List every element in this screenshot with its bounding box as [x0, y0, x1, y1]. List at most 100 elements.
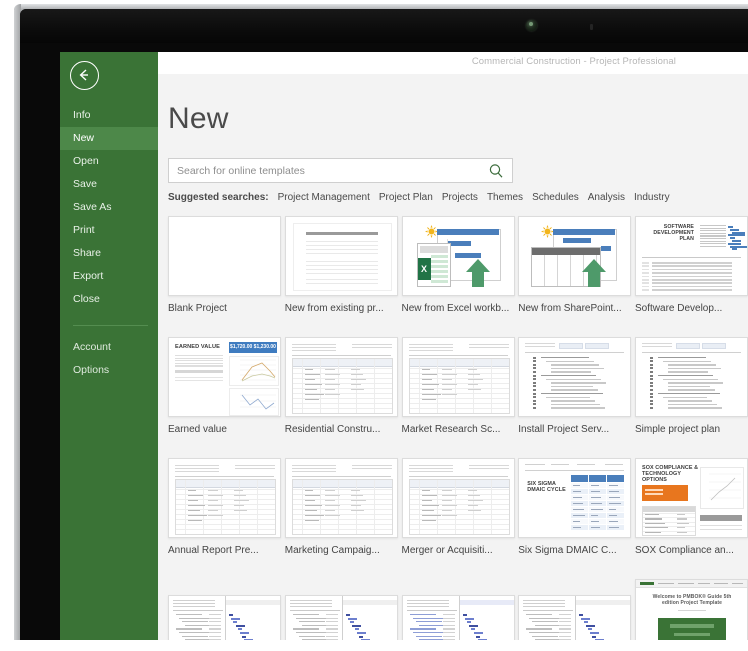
template-card[interactable]: Simple project plan — [635, 337, 748, 435]
template-card[interactable]: New from SharePoint... — [518, 216, 632, 314]
template-thumbnail[interactable]: SOFTWARE DEVELOPMENT PLAN — [635, 216, 748, 296]
thumb-shape — [650, 374, 653, 377]
template-card[interactable] — [518, 595, 632, 640]
template-card[interactable]: Annual Report Pre... — [168, 458, 281, 556]
sidebar-item-save-as[interactable]: Save As — [60, 196, 158, 219]
template-card[interactable]: Welcome to PMBOK® Guide 5th edition Proj… — [635, 579, 748, 640]
template-thumbnail[interactable] — [168, 595, 281, 640]
thumb-line — [176, 614, 202, 616]
thumb-line — [442, 635, 455, 637]
template-card[interactable] — [284, 595, 398, 640]
thumb-line — [678, 583, 694, 585]
thumb-line — [305, 265, 378, 267]
thumb-line — [442, 624, 455, 627]
template-card[interactable]: SOX COMPLIANCE & TECHNOLOGY OPTIONS SOX C… — [635, 458, 748, 556]
template-card[interactable] — [401, 595, 515, 640]
thumb-line — [652, 282, 732, 284]
template-card[interactable]: Residential Constru... — [284, 337, 398, 435]
template-card[interactable] — [168, 595, 281, 640]
template-thumbnail[interactable] — [401, 595, 515, 640]
suggested-search-themes[interactable]: Themes — [487, 192, 523, 203]
thumb-line — [292, 614, 319, 616]
thumb-line — [559, 617, 572, 619]
search-icon[interactable] — [488, 163, 505, 180]
template-card[interactable]: Market Research Sc... — [401, 337, 515, 435]
template-thumbnail[interactable] — [401, 337, 515, 417]
template-thumbnail[interactable] — [284, 595, 398, 640]
thumb-line — [351, 344, 392, 346]
template-thumbnail[interactable]: EARNED VALUE $1,720.00 $1,230.00 — [168, 337, 281, 417]
template-thumbnail[interactable]: Welcome to PMBOK® Guide 5th edition Proj… — [635, 579, 748, 640]
template-thumbnail[interactable] — [284, 458, 398, 538]
title-bar: Commercial Construction - Project Profes… — [60, 52, 748, 74]
thumb-shape — [525, 352, 625, 353]
template-card[interactable]: New from existing pr... — [284, 216, 398, 314]
template-thumbnail[interactable] — [284, 216, 398, 296]
gantt-bar — [732, 240, 741, 242]
template-card[interactable]: Merger or Acquisiti... — [401, 458, 515, 556]
thumb-line — [700, 227, 726, 229]
template-thumbnail[interactable] — [518, 595, 632, 640]
gantt-bar — [728, 242, 741, 245]
suggested-search-analysis[interactable]: Analysis — [588, 192, 625, 203]
template-label: Software Develop... — [635, 303, 723, 314]
thumb-line — [415, 635, 442, 637]
sidebar-item-export[interactable]: Export — [60, 265, 158, 288]
thumb-line — [175, 380, 223, 382]
thumb-line — [523, 606, 566, 608]
suggested-search-projects[interactable]: Projects — [442, 192, 478, 203]
sidebar-item-close[interactable]: Close — [60, 288, 158, 311]
sidebar-item-save[interactable]: Save — [60, 173, 158, 196]
template-thumbnail[interactable] — [635, 337, 748, 417]
search-input[interactable]: Search for online templates — [168, 158, 513, 183]
template-row: Welcome to PMBOK® Guide 5th edition Proj… — [168, 579, 748, 640]
thumb-line — [442, 614, 455, 616]
sparkle-icon — [424, 225, 438, 238]
template-card[interactable]: Marketing Campaig... — [284, 458, 398, 556]
template-thumbnail[interactable]: SIX SIGMA DMAIC CYCLE — [518, 458, 632, 538]
template-row: EARNED VALUE $1,720.00 $1,230.00 Earned va… — [168, 337, 748, 458]
sidebar-item-options[interactable]: Options — [60, 359, 158, 382]
suggested-search-project-plan[interactable]: Project Plan — [379, 192, 433, 203]
thumb-line — [525, 464, 546, 466]
thumb-line — [668, 382, 723, 384]
import-arrow-icon — [579, 257, 609, 289]
template-thumbnail[interactable] — [518, 337, 632, 417]
template-thumbnail[interactable] — [401, 458, 515, 538]
thumb-line — [551, 389, 599, 391]
suggested-search-schedules[interactable]: Schedules — [532, 192, 579, 203]
sidebar-item-info[interactable]: Info — [60, 104, 158, 127]
thumb-line — [209, 614, 221, 616]
template-card[interactable]: SIX SIGMA DMAIC CYCLE Six Sigma DMAIC C..… — [518, 458, 632, 556]
thumb-line — [175, 355, 223, 357]
sidebar-item-print[interactable]: Print — [60, 219, 158, 242]
template-thumbnail[interactable]: X — [401, 216, 515, 296]
back-button[interactable] — [70, 61, 99, 90]
template-label: Residential Constru... — [284, 424, 381, 435]
suggested-search-industry[interactable]: Industry — [634, 192, 670, 203]
thumb-line — [551, 407, 606, 409]
sidebar-item-open[interactable]: Open — [60, 150, 158, 173]
template-card[interactable]: SOFTWARE DEVELOPMENT PLAN Software Develo… — [635, 216, 748, 314]
thumb-figures: $1,720.00 $1,230.00 — [229, 342, 277, 353]
sidebar-item-new[interactable]: New — [60, 127, 158, 150]
template-card[interactable]: EARNED VALUE $1,720.00 $1,230.00 Earned va… — [168, 337, 281, 435]
sidebar-item-account[interactable]: Account — [60, 336, 158, 359]
backstage-sidebar: Info New Open Save Save As Print Share Export Cl… — [60, 52, 158, 640]
sidebar-item-share[interactable]: Share — [60, 242, 158, 265]
thumb-line — [415, 621, 442, 623]
thumb-shape — [650, 371, 653, 373]
template-thumbnail[interactable] — [168, 458, 281, 538]
backstage-content: New Search for online templates Suggeste… — [158, 74, 748, 640]
gantt-bar — [242, 635, 247, 638]
thumb-line — [468, 344, 509, 346]
template-thumbnail[interactable] — [284, 337, 398, 417]
thumb-line — [559, 632, 572, 634]
template-thumbnail[interactable]: SOX COMPLIANCE & TECHNOLOGY OPTIONS — [635, 458, 748, 538]
template-thumbnail[interactable] — [168, 216, 281, 296]
template-card[interactable]: Blank Project — [168, 216, 281, 314]
template-card[interactable]: Install Project Serv... — [518, 337, 632, 435]
suggested-search-project-management[interactable]: Project Management — [278, 192, 370, 203]
template-card[interactable]: X New from Excel workb... — [401, 216, 515, 314]
template-thumbnail[interactable] — [518, 216, 632, 296]
